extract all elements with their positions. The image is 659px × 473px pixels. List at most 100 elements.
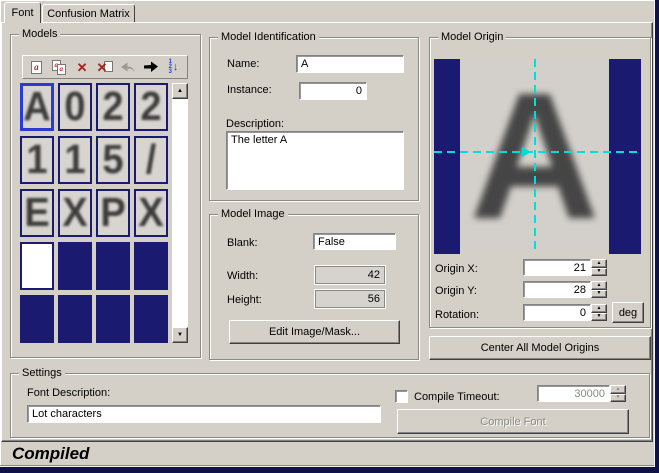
compile-timeout-checkbox[interactable]: [395, 390, 408, 403]
delete-x-glyph: ✕: [76, 59, 88, 75]
model-tile[interactable]: 5: [96, 136, 130, 184]
edit-image-mask-button[interactable]: Edit Image/Mask...: [229, 320, 400, 344]
compile-timeout-spinner: ▲ ▼: [610, 385, 626, 402]
spin-down-icon: ▼: [610, 393, 626, 402]
model-tile[interactable]: P: [96, 189, 130, 237]
previous-model-icon[interactable]: [118, 58, 138, 77]
tab-confusion-matrix-label: Confusion Matrix: [47, 7, 130, 20]
model-tile[interactable]: 2: [96, 83, 130, 131]
model-identification-title: Model Identification: [218, 31, 319, 44]
sort-digit-3: 3: [168, 68, 172, 75]
model-tile-selected[interactable]: A: [20, 83, 54, 131]
sort-arrow-glyph: ↓: [172, 61, 179, 73]
delete-model-icon[interactable]: ✕: [72, 58, 92, 77]
preview-left-padding: [434, 59, 460, 254]
model-tile-blank[interactable]: [20, 242, 54, 290]
instance-label: Instance:: [227, 84, 272, 96]
delete-all-models-icon[interactable]: ✕: [95, 58, 115, 77]
model-identification-group: Model Identification Name: Instance: Des…: [209, 31, 419, 201]
compile-timeout-input: [537, 385, 610, 402]
model-tile[interactable]: 1: [20, 136, 54, 184]
copy-letter-front: a: [59, 65, 64, 73]
width-label: Width:: [227, 270, 259, 282]
model-tile[interactable]: X: [134, 189, 168, 237]
model-tile[interactable]: 2: [134, 83, 168, 131]
name-input[interactable]: [296, 55, 404, 73]
origin-y-spinner[interactable]: ▲ ▼: [591, 281, 607, 298]
deg-button[interactable]: deg: [612, 302, 644, 323]
font-tab-page: Models a a a ✕ ✕: [1, 22, 653, 442]
description-textarea[interactable]: The letter A: [226, 131, 404, 190]
origin-horizontal-crosshair: [434, 151, 641, 153]
model-tile-empty[interactable]: [134, 295, 168, 343]
model-tile[interactable]: 1: [58, 136, 92, 184]
center-all-model-origins-button[interactable]: Center All Model Origins: [429, 336, 651, 360]
model-image-group: Model Image Blank: Width: Height: Edit I…: [209, 208, 419, 360]
window-bottom-edge: [0, 467, 659, 473]
blank-label: Blank:: [227, 237, 258, 249]
tab-font[interactable]: Font: [4, 2, 41, 23]
rotation-label: Rotation:: [435, 309, 480, 321]
settings-title: Settings: [19, 367, 65, 380]
spin-down-icon[interactable]: ▼: [591, 289, 607, 298]
rotation-input[interactable]: [523, 304, 591, 321]
model-origin-title: Model Origin: [438, 31, 507, 44]
model-tile-empty[interactable]: [58, 295, 92, 343]
tab-font-label: Font: [11, 7, 34, 19]
compile-timeout-label: Compile Timeout:: [414, 391, 500, 403]
height-label: Height:: [227, 294, 262, 306]
rotation-spinner[interactable]: ▲ ▼: [591, 304, 607, 321]
spin-up-icon[interactable]: ▲: [591, 281, 607, 290]
tab-confusion-matrix[interactable]: Confusion Matrix: [42, 4, 135, 22]
model-tile[interactable]: E: [20, 189, 54, 237]
scroll-up-icon[interactable]: ▲: [172, 83, 188, 99]
origin-x-input[interactable]: [523, 259, 591, 276]
model-tile-empty[interactable]: [58, 242, 92, 290]
font-description-label: Font Description:: [27, 387, 111, 399]
origin-x-label: Origin X:: [435, 263, 478, 275]
spin-down-icon[interactable]: ▼: [591, 312, 607, 321]
status-text: Compiled: [12, 444, 90, 463]
spin-up-icon[interactable]: ▲: [591, 304, 607, 313]
spin-down-icon[interactable]: ▼: [591, 267, 607, 276]
compile-font-button: Compile Font: [397, 409, 629, 434]
name-label: Name:: [227, 58, 260, 70]
settings-group: Settings Font Description: Compile Timeo…: [10, 367, 650, 438]
copy-model-icon[interactable]: a a: [49, 58, 69, 77]
window-top-edge: [0, 0, 659, 1]
models-scrollbar[interactable]: ▲ ▼: [172, 83, 188, 343]
origin-y-label: Origin Y:: [435, 285, 477, 297]
model-thumbnail-grid: A 0 2 2 1 1 5 / E X P X: [20, 83, 168, 343]
model-tile[interactable]: 0: [58, 83, 92, 131]
models-group: Models a a a ✕ ✕: [10, 28, 201, 358]
model-tile-empty[interactable]: [96, 242, 130, 290]
sort-models-icon[interactable]: 1 2 3 ↓: [163, 58, 183, 77]
delete-all-x-glyph: ✕: [96, 59, 108, 75]
origin-y-input[interactable]: [523, 281, 591, 298]
model-tile[interactable]: X: [58, 189, 92, 237]
origin-x-spinner[interactable]: ▲ ▼: [591, 259, 607, 276]
spin-up-icon[interactable]: ▲: [591, 259, 607, 268]
spin-up-icon: ▲: [610, 385, 626, 394]
origin-vertical-crosshair: [534, 59, 536, 254]
scroll-down-icon[interactable]: ▼: [172, 327, 188, 343]
model-tile-empty[interactable]: [20, 295, 54, 343]
blank-field: [313, 233, 396, 250]
model-origin-preview[interactable]: A: [434, 59, 641, 254]
origin-arrow-icon: [522, 147, 531, 157]
window-right-edge: [655, 0, 659, 473]
add-model-icon[interactable]: a: [26, 58, 46, 77]
model-tile-empty[interactable]: [96, 295, 130, 343]
model-origin-group: Model Origin A Origin X: ▲ ▼ Origin Y: ▲…: [429, 31, 651, 328]
next-model-icon[interactable]: [141, 58, 161, 77]
models-group-title: Models: [19, 28, 61, 41]
font-trainer-window: Font Confusion Matrix Models a a a ✕: [0, 0, 659, 473]
instance-input[interactable]: [299, 82, 367, 100]
model-tile-empty[interactable]: [134, 242, 168, 290]
description-label: Description:: [226, 118, 285, 130]
height-field: [315, 290, 385, 308]
font-description-input[interactable]: [27, 405, 381, 423]
model-tile[interactable]: /: [134, 136, 168, 184]
preview-right-padding: [609, 59, 641, 254]
add-model-letter: a: [34, 62, 39, 72]
